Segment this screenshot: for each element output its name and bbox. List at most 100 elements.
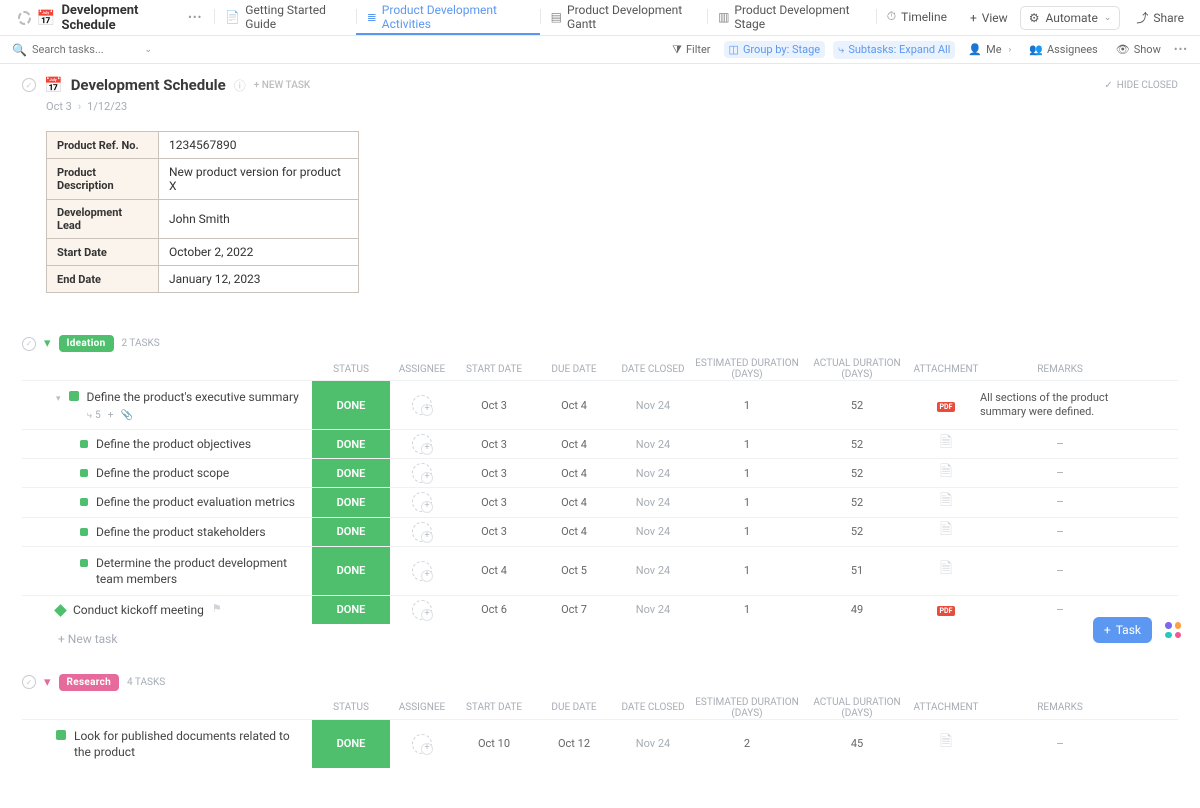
col-att[interactable]: ATTACHMENT	[912, 702, 980, 713]
remarks-cell[interactable]: –	[980, 525, 1140, 539]
info-value[interactable]: John Smith	[159, 200, 359, 239]
status-badge[interactable]: DONE	[312, 459, 390, 487]
task-row[interactable]: Define the product objectives DONE Oct 3…	[22, 429, 1178, 458]
search-wrap[interactable]: 🔍 ⌄	[12, 43, 152, 57]
info-value[interactable]: New product version for product X	[159, 159, 359, 200]
est-duration-cell[interactable]: 1	[692, 467, 802, 480]
start-date-cell[interactable]: Oct 6	[454, 603, 534, 616]
act-duration-cell[interactable]: 52	[802, 467, 912, 480]
tab-stage[interactable]: ▥Product Development Stage	[707, 0, 876, 35]
remarks-cell[interactable]: All sections of the product summary were…	[980, 391, 1140, 420]
status-square-icon[interactable]	[80, 528, 88, 536]
group-check-icon[interactable]	[22, 337, 36, 351]
remarks-cell[interactable]: –	[980, 737, 1140, 751]
collapse-all-icon[interactable]	[22, 78, 36, 92]
remarks-cell[interactable]: –	[980, 437, 1140, 451]
info-value[interactable]: January 12, 2023	[159, 266, 359, 293]
due-date-cell[interactable]: Oct 4	[534, 399, 614, 412]
closed-date-cell[interactable]: Nov 24	[614, 737, 692, 750]
est-duration-cell[interactable]: 2	[692, 737, 802, 750]
task-row[interactable]: Define the product stakeholders DONE Oct…	[22, 517, 1178, 546]
act-duration-cell[interactable]: 49	[802, 603, 912, 616]
task-name-cell[interactable]: Define the product scope	[22, 459, 312, 487]
task-row[interactable]: Conduct kickoff meeting ⚑ DONE Oct 6 Oct…	[22, 595, 1178, 624]
expand-icon[interactable]: ▾	[56, 394, 61, 404]
closed-date-cell[interactable]: Nov 24	[614, 564, 692, 577]
flag-icon[interactable]: ⚑	[212, 602, 222, 615]
closed-date-cell[interactable]: Nov 24	[614, 399, 692, 412]
act-duration-cell[interactable]: 45	[802, 737, 912, 750]
task-row[interactable]: Define the product evaluation metrics DO…	[22, 487, 1178, 516]
start-date-cell[interactable]: Oct 3	[454, 467, 534, 480]
subtask-count[interactable]: ⤷5	[87, 410, 101, 421]
share-button[interactable]: ⤴ Share	[1130, 5, 1190, 30]
est-duration-cell[interactable]: 1	[692, 496, 802, 509]
show-button[interactable]: 👁Show	[1111, 41, 1166, 58]
task-row[interactable]: Determine the product development team m…	[22, 546, 1178, 595]
col-closed[interactable]: DATE CLOSED	[614, 364, 692, 375]
group-header[interactable]: ▾ Research 4 TASKS	[22, 674, 1178, 691]
act-duration-cell[interactable]: 51	[802, 564, 912, 577]
act-duration-cell[interactable]: 52	[802, 525, 912, 538]
tab-gantt[interactable]: ▤Product Development Gantt	[540, 0, 707, 35]
info-icon[interactable]: ⓘ	[234, 77, 246, 94]
assignee-avatar[interactable]	[412, 395, 432, 415]
attachment-icon[interactable]: 📎	[120, 410, 132, 421]
chevron-down-icon[interactable]: ⌄	[144, 45, 152, 55]
hide-closed-button[interactable]: ✓ HIDE CLOSED	[1104, 80, 1178, 91]
task-row[interactable]: ▾ Define the product's executive summary…	[22, 380, 1178, 429]
info-value[interactable]: 1234567890	[159, 132, 359, 159]
col-status[interactable]: STATUS	[312, 364, 390, 375]
task-name-cell[interactable]: Define the product evaluation metrics	[22, 488, 312, 516]
new-task-header-button[interactable]: + NEW TASK	[254, 80, 310, 91]
status-badge[interactable]: DONE	[312, 720, 390, 768]
more-options-icon[interactable]: •••	[1174, 43, 1188, 56]
attachment-cell[interactable]: 🗎	[912, 731, 980, 756]
start-date-cell[interactable]: Oct 3	[454, 438, 534, 451]
closed-date-cell[interactable]: Nov 24	[614, 603, 692, 616]
new-task-fab[interactable]: +Task	[1093, 617, 1152, 643]
task-name-cell[interactable]: Define the product objectives	[22, 430, 312, 458]
group-by-button[interactable]: ◫Group by: Stage	[724, 41, 826, 58]
closed-date-cell[interactable]: Nov 24	[614, 467, 692, 480]
col-status[interactable]: STATUS	[312, 702, 390, 713]
assignees-button[interactable]: 👥Assignees	[1024, 41, 1103, 58]
attachment-cell[interactable]: 🗎	[912, 432, 980, 457]
tab-timeline[interactable]: ⏱Timeline	[876, 0, 958, 35]
start-date-cell[interactable]: Oct 4	[454, 564, 534, 577]
assignee-avatar[interactable]	[412, 561, 432, 581]
closed-date-cell[interactable]: Nov 24	[614, 525, 692, 538]
attachment-cell[interactable]: PDF	[912, 603, 980, 616]
remarks-cell[interactable]: –	[980, 603, 1140, 617]
col-due[interactable]: DUE DATE	[534, 364, 614, 375]
start-date-cell[interactable]: Oct 3	[454, 399, 534, 412]
assignee-avatar[interactable]	[412, 600, 432, 620]
assignee-avatar[interactable]	[412, 463, 432, 483]
col-start[interactable]: START DATE	[454, 364, 534, 375]
col-assignee[interactable]: ASSIGNEE	[390, 702, 454, 713]
group-toggle-icon[interactable]: ▾	[44, 336, 51, 351]
col-closed[interactable]: DATE CLOSED	[614, 702, 692, 713]
automate-button[interactable]: ⚙ Automate ⌄	[1020, 6, 1121, 30]
act-duration-cell[interactable]: 52	[802, 438, 912, 451]
remarks-cell[interactable]: –	[980, 564, 1140, 578]
task-name-cell[interactable]: Conduct kickoff meeting ⚑	[22, 596, 312, 624]
group-check-icon[interactable]	[22, 675, 36, 689]
task-name-cell[interactable]: Define the product stakeholders	[22, 518, 312, 546]
col-due[interactable]: DUE DATE	[534, 702, 614, 713]
start-date-cell[interactable]: Oct 3	[454, 496, 534, 509]
doc-title-area[interactable]: 📅 Development Schedule •••	[10, 3, 210, 33]
add-view-button[interactable]: +View	[958, 11, 1020, 25]
assignee-avatar[interactable]	[412, 492, 432, 512]
subtasks-button[interactable]: ⤷Subtasks: Expand All	[833, 41, 955, 59]
status-badge[interactable]: DONE	[312, 547, 390, 595]
due-date-cell[interactable]: Oct 5	[534, 564, 614, 577]
status-square-icon[interactable]	[56, 730, 66, 740]
assignee-avatar[interactable]	[412, 434, 432, 454]
milestone-icon[interactable]	[54, 604, 67, 617]
col-act[interactable]: ACTUAL DURATION (DAYS)	[802, 358, 912, 380]
est-duration-cell[interactable]: 1	[692, 525, 802, 538]
tab-getting-started[interactable]: 📄Getting Started Guide	[214, 0, 355, 35]
me-button[interactable]: 👤Me›	[963, 41, 1016, 58]
group-toggle-icon[interactable]: ▾	[44, 675, 51, 690]
